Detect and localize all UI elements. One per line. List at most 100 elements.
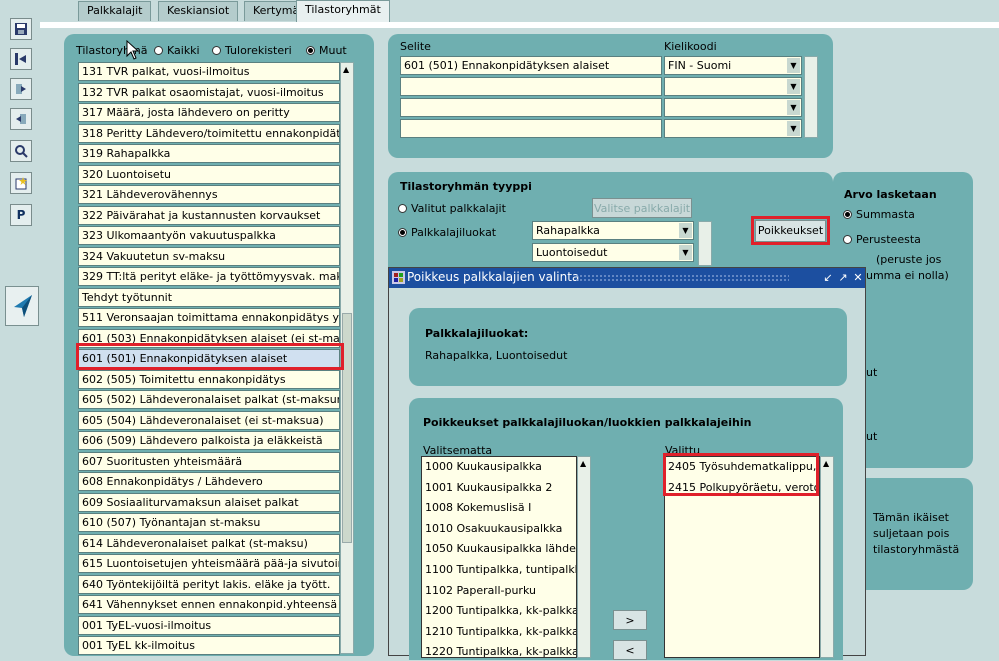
tilastoryhma-list-item[interactable]: 615 Luontoisetujen yhteismäärä pää-ja si… <box>78 554 340 573</box>
tilastoryhma-list-item[interactable]: 605 (502) Lähdeveronalaiset palkat (st-m… <box>78 390 340 409</box>
valittu-scrollbar[interactable]: ▲ <box>820 456 834 658</box>
previous-record-icon[interactable] <box>10 108 32 130</box>
tilastoryhma-list-item[interactable]: 324 Vakuutetun sv-maksu <box>78 246 340 266</box>
close-icon[interactable]: ✕ <box>851 271 865 285</box>
poikkeukset-label: Poikkeukset palkkalajiluokan/luokkien pa… <box>423 416 752 429</box>
tilastoryhma-list-item[interactable]: 001 TyEL kk-ilmoitus <box>78 636 340 655</box>
tilastoryhma-list-item[interactable]: 608 Ennakonpidätys / Lähdevero <box>78 472 340 491</box>
valitsematta-scrollbar[interactable]: ▲ <box>577 456 591 658</box>
valitsematta-list-item[interactable]: 1050 Kuukausipalkka lähdevero <box>422 539 576 560</box>
move-right-button[interactable]: > <box>613 610 647 630</box>
valitsematta-list-item[interactable]: 1008 Kokemuslisä I <box>422 498 576 519</box>
tilastoryhma-list-item[interactable]: Tehdyt työtunnit <box>78 287 340 307</box>
highlight-poikkeukset <box>751 216 830 245</box>
tilastoryhma-list-item[interactable]: 607 Suoritusten yhteismäärä <box>78 451 340 471</box>
radio-summasta[interactable]: Summasta <box>843 208 915 221</box>
luokat-value: Rahapalkka, Luontoisedut <box>425 349 568 362</box>
minimize-icon[interactable]: ↙ <box>821 271 835 285</box>
arvo-title: Arvo lasketaan <box>844 188 937 201</box>
tilastoryhma-list-item[interactable]: 602 (505) Toimitettu ennakonpidätys <box>78 369 340 389</box>
tab-palkkalajit[interactable]: Palkkalajit <box>78 1 152 21</box>
valitsematta-list-item[interactable]: 1102 Paperall-purku <box>422 580 576 601</box>
valitsematta-list: 1000 Kuukausipalkka 1001 Kuukausipalkka 2… <box>421 456 577 658</box>
exit-icon[interactable] <box>10 48 32 70</box>
tab-keskiansiot[interactable]: Keskiansiot <box>158 1 239 21</box>
dialog-titlebar[interactable]: Poikkeus palkkalajien valinta ↙ ↗ ✕ <box>389 268 865 288</box>
move-left-button[interactable]: < <box>613 640 647 660</box>
selite-field-1[interactable]: 601 (501) Ennakonpidätyksen alaiset <box>400 56 662 75</box>
maximize-icon[interactable]: ↗ <box>836 271 850 285</box>
valitsematta-list-item[interactable]: 1000 Kuukausipalkka <box>422 457 576 477</box>
highlight-selected-row <box>76 343 344 370</box>
ika-note-2: suljetaan pois <box>873 527 950 540</box>
tilastoryhma-list-item[interactable]: 640 Työntekijöiltä perityt lakis. eläke … <box>78 574 340 594</box>
tilastoryhma-list-item[interactable]: 329 TT:ltä perityt eläke- ja työttömyysv… <box>78 267 340 286</box>
type-panel-title: Tilastoryhmän tyyppi <box>400 180 532 193</box>
radio-palkkalajiluokat[interactable]: Palkkalajiluokat <box>398 226 496 239</box>
luokat-label: Palkkalajiluokat: <box>425 327 529 340</box>
dialog-title: Poikkeus palkkalajien valinta <box>407 270 580 284</box>
radio-kaikki[interactable]: Kaikki <box>154 44 200 57</box>
chevron-down-icon: ▼ <box>787 58 800 73</box>
radio-muut[interactable]: Muut <box>306 44 347 57</box>
palkkalajiluokka-select-2[interactable]: Luontoisedut ▼ <box>532 243 694 262</box>
valitsematta-list-item[interactable]: 1001 Kuukausipalkka 2 <box>422 477 576 498</box>
tilastoryhma-list-item[interactable]: 132 TVR palkat osaomistajat, vuosi-ilmoi… <box>78 82 340 102</box>
tilastoryhma-list-item[interactable]: 605 (504) Lähdeveronalaiset (ei st-maksu… <box>78 410 340 430</box>
ika-note-3: tilastoryhmästä <box>873 543 960 556</box>
radio-tulorekisteri[interactable]: Tulorekisteri <box>212 44 292 57</box>
kielikoodi-select-4[interactable]: ▼ <box>664 119 802 138</box>
tilastoryhma-list-item[interactable]: 321 Lähdeverovähennys <box>78 185 340 204</box>
tilastoryhma-list-item[interactable]: 610 (507) Työnantajan st-maksu <box>78 513 340 532</box>
kielikoodi-select-2[interactable]: ▼ <box>664 77 802 96</box>
arvo-fragment-2: ut <box>866 430 878 443</box>
tilastoryhma-list-item[interactable]: 641 Vähennykset ennen ennakonpid.yhteens… <box>78 595 340 614</box>
kielikoodi-select-1[interactable]: FIN - Suomi ▼ <box>664 56 802 75</box>
chevron-down-icon: ▼ <box>679 245 692 260</box>
tilastoryhma-list-item[interactable]: 001 TyEL-vuosi-ilmoitus <box>78 615 340 635</box>
kielikoodi-select-3[interactable]: ▼ <box>664 98 802 117</box>
new-record-icon[interactable] <box>10 172 32 194</box>
valitsematta-list-item[interactable]: 1010 Osakuukausipalkka <box>422 518 576 539</box>
kielikoodi-label: Kielikoodi <box>664 40 717 53</box>
tilastoryhma-list-item[interactable]: 318 Peritty Lähdevero/toimitettu ennakon… <box>78 123 340 143</box>
tab-underline <box>40 22 999 28</box>
mouse-cursor-icon <box>126 40 140 60</box>
tilastoryhma-list-item[interactable]: 614 Lähdeveronalaiset palkat (st-maksu) <box>78 533 340 553</box>
palkkalajiluokka-scrollbar[interactable] <box>698 221 712 266</box>
p-button[interactable]: P <box>10 204 32 226</box>
poikkeus-dialog: Poikkeus palkkalajien valinta ↙ ↗ ✕ Palk… <box>388 267 866 660</box>
save-icon[interactable] <box>10 18 32 40</box>
luokat-panel <box>409 308 847 386</box>
next-record-icon[interactable] <box>10 78 32 100</box>
valitsematta-list-item[interactable]: 1210 Tuntipalkka, kk-palkkainen <box>422 621 576 642</box>
valitse-palkkalajit-button[interactable]: Valitse palkkalajit <box>592 198 692 218</box>
valitsematta-list-item[interactable]: 1100 Tuntipalkka, tuntipalkkainen <box>422 560 576 580</box>
tilastoryhma-list-item[interactable]: 320 Luontoisetu <box>78 164 340 184</box>
tilastoryhma-list-item[interactable]: 511 Veronsaajan toimittama ennakonpidäty… <box>78 308 340 327</box>
tilastoryhma-list-item[interactable]: 606 (509) Lähdevero palkoista ja eläkkei… <box>78 431 340 450</box>
radio-valitut-palkkalajit[interactable]: Valitut palkkalajit <box>398 202 506 215</box>
tilastoryhma-list-item[interactable]: 131 TVR palkat, vuosi-ilmoitus <box>78 62 340 81</box>
selite-field-4[interactable] <box>400 119 662 138</box>
tilastoryhma-list-item[interactable]: 317 Määrä, josta lähdevero on peritty <box>78 103 340 122</box>
arvo-fragment-1: ut <box>866 366 878 379</box>
chevron-down-icon: ▼ <box>679 223 692 238</box>
valitsematta-list-item[interactable]: 1200 Tuntipalkka, kk-palkkainen <box>422 601 576 622</box>
selite-field-2[interactable] <box>400 77 662 96</box>
chevron-down-icon: ▼ <box>787 79 800 94</box>
selite-scrollbar[interactable] <box>804 56 818 138</box>
tilastoryhma-list-item[interactable]: 323 Ulkomaantyön vakuutuspalkka <box>78 226 340 245</box>
tilastoryhma-list-item[interactable]: 322 Päivärahat ja kustannusten korvaukse… <box>78 205 340 225</box>
app-logo-icon <box>5 286 39 326</box>
tilastoryhma-list-item[interactable]: 609 Sosiaaliturvamaksun alaiset palkat <box>78 492 340 512</box>
radio-perusteesta[interactable]: Perusteesta <box>843 233 921 246</box>
tab-tilastoryhmat[interactable]: Tilastoryhmät <box>296 0 390 22</box>
tilastoryhma-list-item[interactable]: 319 Rahapalkka <box>78 144 340 163</box>
selite-field-3[interactable] <box>400 98 662 117</box>
chevron-down-icon: ▼ <box>787 100 800 115</box>
palkkalajiluokka-select-1[interactable]: Rahapalkka ▼ <box>532 221 694 240</box>
query-zoom-icon[interactable] <box>10 140 32 162</box>
left-toolbar: P <box>0 0 40 656</box>
peruste-note-2: umma ei nolla) <box>866 269 949 282</box>
